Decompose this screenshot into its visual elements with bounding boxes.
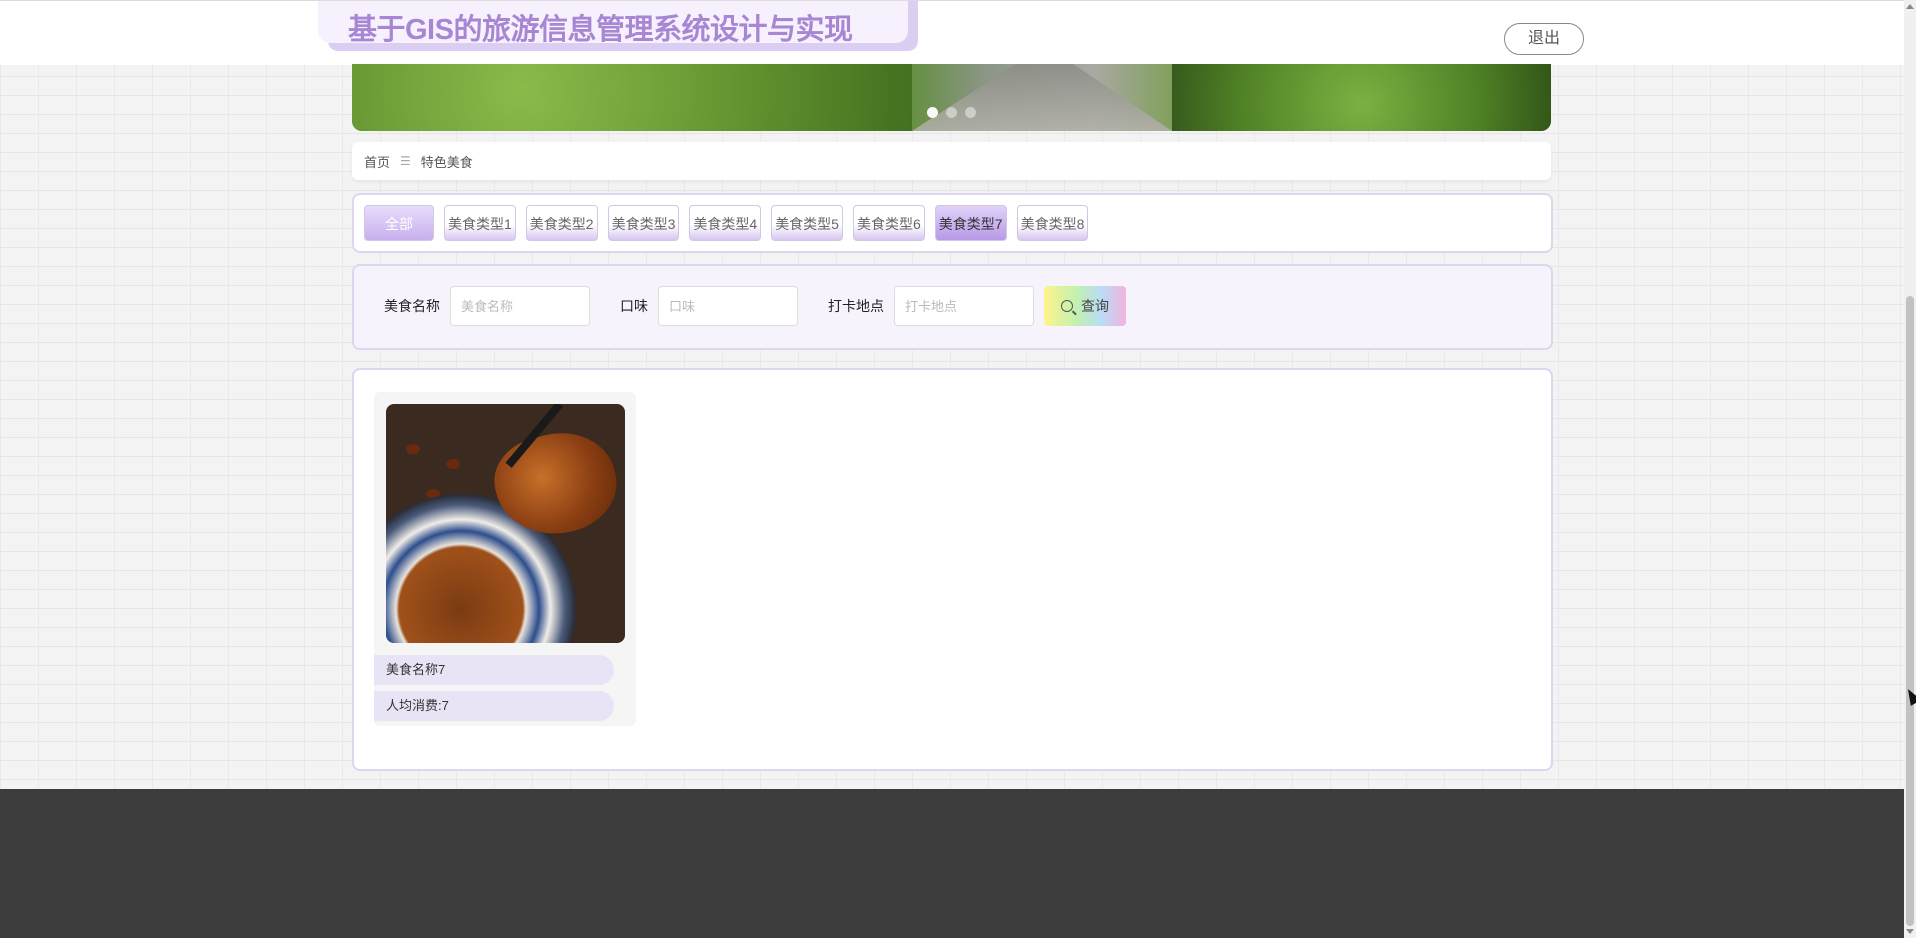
taste-label: 口味 (620, 298, 648, 314)
tab-food-type[interactable]: 美食类型3 (607, 205, 680, 241)
food-image-detail (406, 444, 420, 454)
tab-food-type[interactable]: 美食类型1 (444, 205, 516, 241)
location-input[interactable] (894, 286, 1034, 326)
food-name-label: 美食名称 (384, 298, 440, 314)
tab-food-type[interactable]: 美食类型6 (852, 205, 925, 241)
scroll-up-icon[interactable] (1906, 4, 1914, 9)
carousel-dot[interactable] (946, 107, 957, 118)
banner-carousel[interactable] (352, 64, 1551, 131)
carousel-dot[interactable] (927, 107, 938, 118)
breadcrumb-current: 特色美食 (420, 154, 473, 170)
food-image[interactable] (386, 404, 625, 643)
food-name-input[interactable] (450, 286, 590, 326)
tab-food-type[interactable]: 美食类型2 (525, 205, 598, 241)
taste-input[interactable] (658, 286, 798, 326)
carousel-dot[interactable] (965, 107, 976, 118)
scrollbar-thumb[interactable] (1906, 296, 1914, 926)
food-card[interactable]: 美食名称7 人均消费:7 (374, 392, 636, 726)
breadcrumb-home-link[interactable]: 首页 (364, 152, 390, 171)
breadcrumb: 首页 ☰ 特色美食 (352, 142, 1551, 180)
tab-food-type[interactable]: 美食类型5 (771, 205, 843, 241)
food-type-filter: 全部 美食类型1 美食类型2 美食类型3 美食类型4 美食类型5 美食类型6 美食类型7 美食类… (352, 193, 1553, 253)
food-name: 美食名称7 (374, 655, 614, 685)
food-type-tabs: 全部 美食类型1 美食类型2 美食类型3 美食类型4 美食类型5 美食类型6 美食类型7 美食类… (364, 205, 1089, 241)
tab-food-type[interactable]: 美食类型4 (689, 205, 762, 241)
query-button-label: 查询 (1081, 298, 1109, 314)
tab-food-type[interactable]: 美食类型7 (934, 205, 1007, 241)
carousel-indicators (927, 107, 976, 118)
top-header: 基于GIS的旅游信息管理系统设计与实现 退出 (0, 0, 1904, 65)
banner-image-left (352, 64, 912, 131)
search-panel: 美食名称 口味 打卡地点 查询 (352, 264, 1553, 350)
search-form: 美食名称 口味 打卡地点 查询 (384, 286, 1126, 326)
logout-button[interactable]: 退出 (1504, 23, 1584, 55)
food-image-detail (446, 459, 460, 469)
site-title: 基于GIS的旅游信息管理系统设计与实现 (348, 14, 853, 46)
tab-food-type[interactable]: 美食类型8 (1016, 205, 1089, 241)
food-price: 人均消费:7 (374, 691, 614, 721)
scroll-down-icon[interactable] (1906, 929, 1914, 934)
food-list: 美食名称7 人均消费:7 (352, 368, 1553, 771)
tab-all[interactable]: 全部 (364, 205, 434, 241)
breadcrumb-separator-icon: ☰ (400, 154, 411, 168)
search-icon (1061, 300, 1073, 312)
banner-image-road (912, 64, 1172, 131)
banner-image-right (1172, 64, 1551, 131)
query-button[interactable]: 查询 (1044, 286, 1126, 326)
page-scrollbar[interactable] (1904, 0, 1916, 938)
location-label: 打卡地点 (828, 298, 884, 314)
